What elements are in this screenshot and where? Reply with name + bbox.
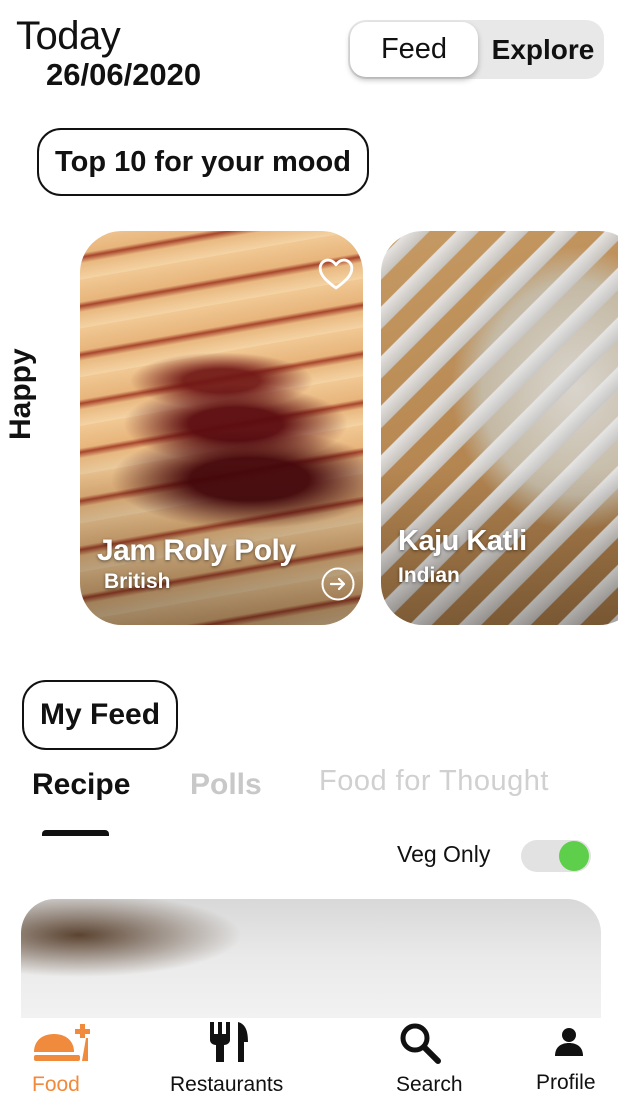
toggle-knob (559, 841, 589, 871)
nav-label-restaurants: Restaurants (170, 1073, 284, 1096)
dish-title: Jam Roly Poly (97, 534, 296, 567)
nav-label-food: Food (32, 1073, 80, 1096)
profile-icon (555, 1028, 583, 1056)
nav-label-profile: Profile (536, 1071, 596, 1094)
fork-knife-icon (210, 1022, 248, 1062)
nav-item-food[interactable]: Food (28, 1018, 90, 1100)
tab-recipe[interactable]: Recipe (32, 768, 130, 802)
food-cloche-icon (34, 1024, 90, 1061)
dish-card-kaju-katli[interactable]: Kaju Katli Indian (381, 231, 618, 625)
veg-only-toggle[interactable] (521, 840, 591, 872)
dish-cuisine: Indian (398, 564, 460, 587)
tab-food-for-thought[interactable]: Food for Thought (319, 765, 549, 798)
heart-icon[interactable] (317, 255, 355, 291)
page-title: Today (16, 14, 121, 58)
dish-cuisine: British (104, 570, 171, 593)
dish-title: Kaju Katli (398, 525, 527, 557)
top10-heading: Top 10 for your mood (37, 128, 369, 196)
nav-item-restaurants[interactable]: Restaurants (170, 1018, 288, 1100)
current-date: 26/06/2020 (46, 57, 202, 92)
tab-indicator (42, 830, 109, 836)
my-feed-heading: My Feed (22, 680, 178, 750)
feed-explore-switch: Feed Explore (348, 20, 604, 79)
dish-card-jam-roly-poly[interactable]: Jam Roly Poly British (80, 231, 363, 625)
tab-polls[interactable]: Polls (190, 768, 262, 802)
search-icon (400, 1023, 441, 1064)
arrow-right-circle-icon[interactable] (321, 567, 355, 601)
nav-item-profile[interactable]: Profile (536, 1018, 602, 1100)
nav-item-search[interactable]: Search (396, 1018, 466, 1100)
bottom-navigation: Food Restaurants Search Profile (0, 1018, 618, 1100)
feed-toggle-button[interactable]: Feed (350, 22, 478, 77)
veg-only-label: Veg Only (397, 841, 491, 867)
explore-toggle-button[interactable]: Explore (482, 20, 604, 79)
nav-label-search: Search (396, 1073, 463, 1096)
mood-label: Happy (4, 348, 37, 440)
